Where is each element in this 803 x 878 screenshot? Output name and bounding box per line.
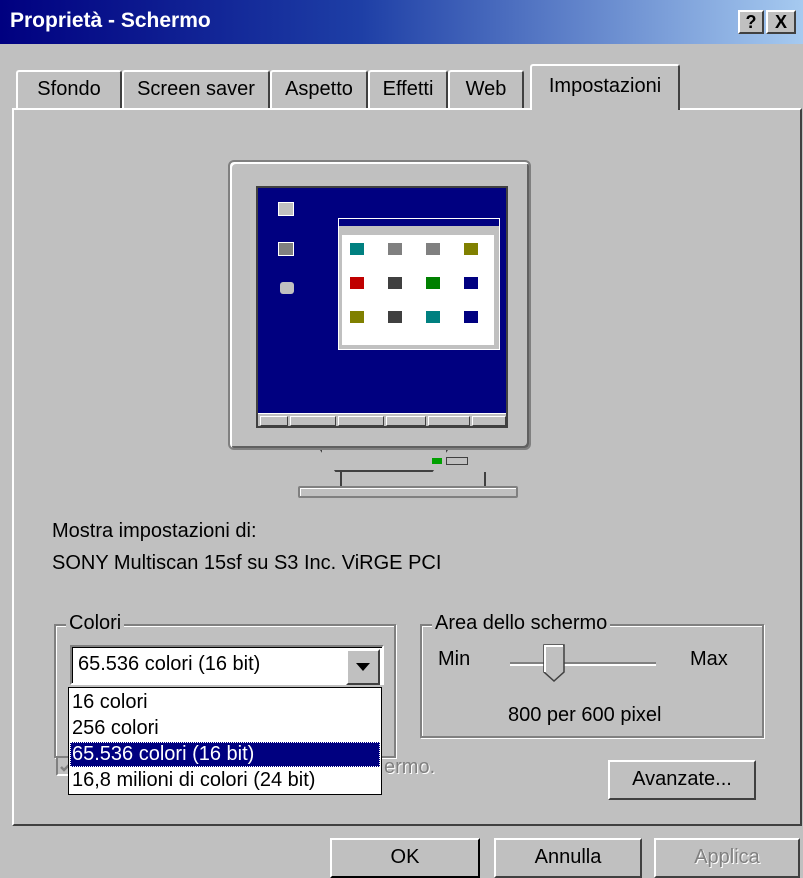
preview-app-icon: [426, 311, 440, 323]
slider-min-label: Min: [438, 648, 471, 670]
preview-task-button: [338, 416, 384, 426]
monitor-base: [298, 486, 518, 498]
preview-app-icon: [350, 277, 364, 289]
preview-task-button: [290, 416, 336, 426]
preview-app-icon: [426, 277, 440, 289]
power-button-icon: [446, 457, 468, 465]
colors-select[interactable]: 65.536 colori (16 bit): [70, 645, 384, 685]
window-title: Proprietà - Schermo: [10, 9, 211, 32]
checkbox-label: ermo.: [384, 756, 436, 778]
preview-app-icon: [426, 243, 440, 255]
preview-app-icon: [388, 311, 402, 323]
colors-group-label: Colori: [66, 612, 125, 635]
display-device-name: SONY Multiscan 15sf su S3 Inc. ViRGE PCI: [52, 552, 442, 574]
colors-option-16m[interactable]: 16,8 milioni di colori (24 bit): [70, 768, 380, 793]
colors-dropdown-button[interactable]: [346, 649, 380, 685]
preview-taskbar: [258, 413, 506, 426]
monitor-screen-preview: [256, 186, 508, 428]
preview-window: [338, 218, 500, 350]
tab-sfondo[interactable]: Sfondo: [16, 70, 122, 108]
colors-option-65536[interactable]: 65.536 colori (16 bit): [70, 742, 380, 767]
tab-impostazioni[interactable]: Impostazioni: [530, 64, 680, 110]
advanced-button[interactable]: Avanzate...: [608, 760, 756, 800]
chevron-down-icon: [356, 663, 370, 671]
preview-tray: [472, 416, 506, 426]
screen-area-slider-thumb[interactable]: [543, 644, 565, 682]
recycle-bin-icon: [280, 282, 294, 294]
screen-area-slider-track[interactable]: [510, 662, 656, 666]
screen-area-value: 800 per 600 pixel: [508, 704, 662, 726]
cancel-button[interactable]: Annulla: [494, 838, 642, 878]
tab-effetti[interactable]: Effetti: [368, 70, 448, 108]
tab-screen-saver[interactable]: Screen saver: [122, 70, 270, 108]
monitor-foot: [340, 472, 486, 486]
colors-option-256[interactable]: 256 colori: [70, 716, 380, 741]
preview-app-icon: [464, 311, 478, 323]
help-icon: ?: [745, 12, 757, 32]
close-button[interactable]: X: [766, 10, 796, 34]
colors-option-16[interactable]: 16 colori: [70, 690, 380, 715]
colors-select-value: 65.536 colori (16 bit): [78, 653, 261, 675]
power-led-icon: [432, 458, 442, 464]
preview-task-button: [428, 416, 470, 426]
close-icon: X: [774, 12, 787, 32]
preview-app-icon: [350, 243, 364, 255]
my-computer-icon: [278, 202, 294, 216]
preview-app-icon: [464, 277, 478, 289]
preview-task-button: [386, 416, 426, 426]
tab-aspetto[interactable]: Aspetto: [270, 70, 368, 108]
preview-start-button: [260, 416, 288, 426]
preview-app-icon: [388, 243, 402, 255]
apply-button[interactable]: Applica: [654, 838, 800, 878]
screen-area-group-label: Area dello schermo: [432, 612, 611, 635]
display-settings-label: Mostra impostazioni di:: [52, 520, 257, 542]
colors-dropdown-list[interactable]: 16 colori 256 colori 65.536 colori (16 b…: [68, 687, 382, 795]
monitor-stand: [320, 450, 448, 472]
help-button[interactable]: ?: [738, 10, 764, 34]
slider-max-label: Max: [690, 648, 728, 670]
preview-app-icon: [350, 311, 364, 323]
preview-app-icon: [388, 277, 402, 289]
tab-web[interactable]: Web: [448, 70, 524, 108]
network-icon: [278, 242, 294, 256]
preview-app-icon: [464, 243, 478, 255]
ok-button[interactable]: OK: [330, 838, 480, 878]
